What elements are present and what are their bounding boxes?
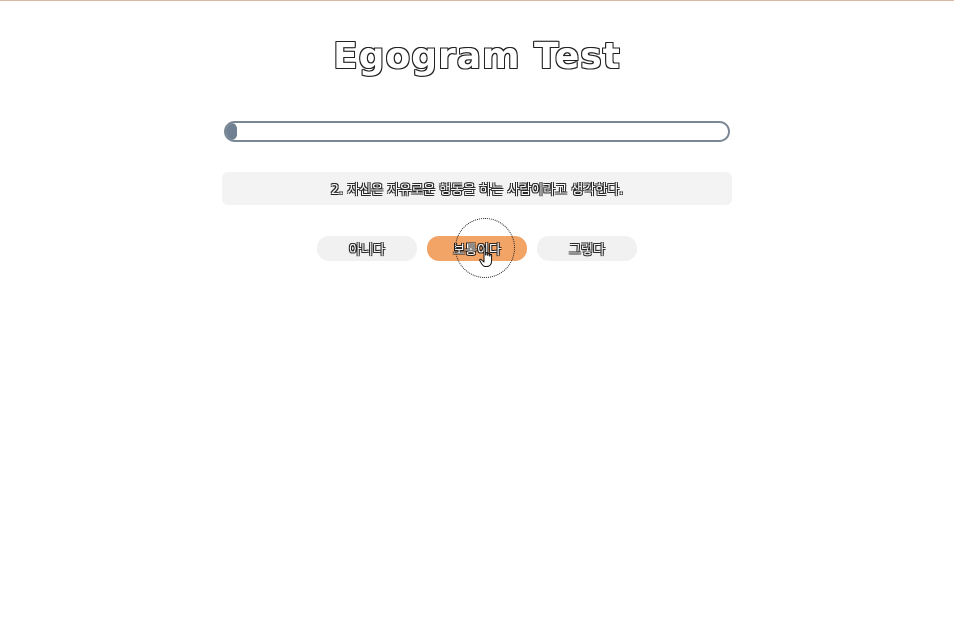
answer-options: 아니다 보통이다 그렇다 <box>0 236 954 261</box>
answer-button-yes[interactable]: 그렇다 <box>537 236 637 261</box>
progress-bar-fill <box>226 123 237 140</box>
progress-bar <box>224 121 730 142</box>
question-text: 2. 자신은 자유로운 행동을 하는 사람이라고 생각한다. <box>330 183 624 198</box>
question-box: 2. 자신은 자유로운 행동을 하는 사람이라고 생각한다. <box>222 172 732 205</box>
page-title: Egogram Test <box>333 36 621 77</box>
top-border <box>0 0 954 1</box>
answer-button-no[interactable]: 아니다 <box>317 236 417 261</box>
answer-button-neutral[interactable]: 보통이다 <box>427 236 527 261</box>
page: Egogram Test 2. 자신은 자유로운 행동을 하는 사람이라고 생각… <box>0 0 954 636</box>
